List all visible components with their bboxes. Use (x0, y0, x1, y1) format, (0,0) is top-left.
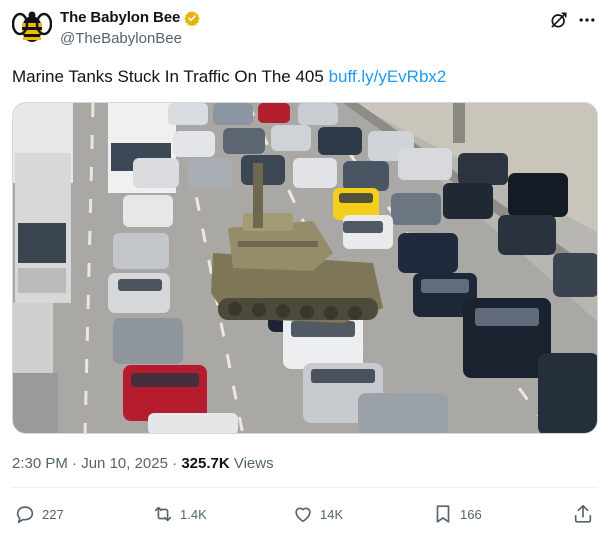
repost-count: 1.4K (180, 506, 207, 522)
bee-logo-icon[interactable] (12, 8, 52, 48)
reply-icon (16, 506, 34, 524)
like-icon (295, 507, 311, 523)
more-icon[interactable] (577, 10, 597, 30)
share-button[interactable] (572, 503, 594, 525)
tweet-link[interactable]: buff.ly/yEvRbx2 (329, 67, 447, 86)
verified-icon (184, 10, 200, 26)
tweet-text: Marine Tanks Stuck In Traffic On The 405… (12, 66, 446, 88)
bookmark-icon (436, 505, 450, 523)
author-name[interactable]: The Babylon Bee (60, 9, 180, 26)
repost-icon (154, 506, 172, 522)
like-count: 14K (320, 506, 344, 522)
tweet-header: The Babylon Bee @TheBabylonBee (12, 6, 597, 50)
bookmark-count: 166 (460, 506, 482, 522)
views-label: Views (233, 455, 274, 472)
reply-count: 227 (42, 506, 64, 522)
reply-button[interactable]: 227 (14, 503, 64, 525)
meta-separator: · (72, 455, 78, 472)
tweet-meta: 2:30 PM · Jun 10, 2025 · 325.7K Views (12, 455, 274, 472)
share-icon (574, 504, 592, 523)
action-bar: 227 1.4K 14K 166 (12, 503, 597, 531)
meta-separator: · (172, 455, 178, 472)
traffic-tank-illustration (13, 103, 597, 433)
tweet-image[interactable] (12, 102, 598, 434)
views-count: 325.7K (181, 455, 230, 472)
divider (12, 487, 597, 488)
tweet-date[interactable]: Jun 10, 2025 (81, 455, 168, 472)
like-button[interactable]: 14K (292, 503, 343, 525)
tweet-time[interactable]: 2:30 PM (12, 455, 68, 472)
tweet-body: Marine Tanks Stuck In Traffic On The 405 (12, 67, 324, 86)
author-handle[interactable]: @TheBabylonBee (60, 30, 182, 47)
bookmark-button[interactable]: 166 (432, 503, 482, 525)
author-name-row: The Babylon Bee (60, 9, 200, 26)
repost-button[interactable]: 1.4K (152, 503, 207, 525)
grok-icon[interactable] (549, 10, 569, 30)
